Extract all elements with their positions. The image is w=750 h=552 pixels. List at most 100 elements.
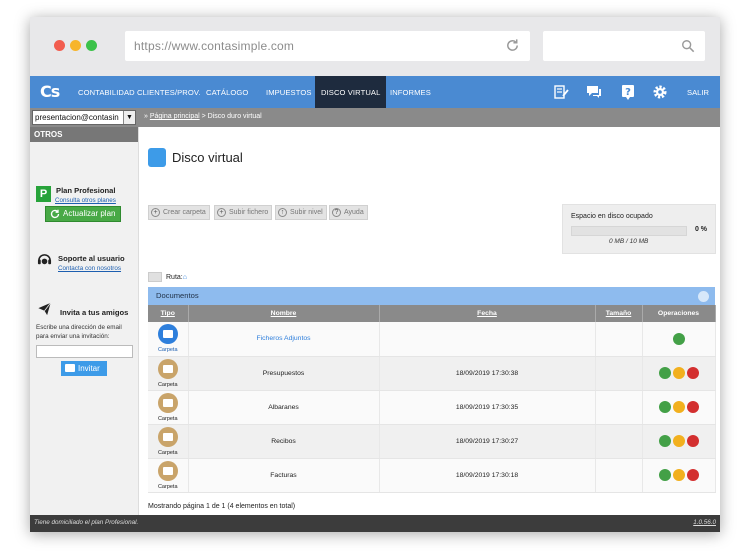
delete-trash-icon[interactable] (686, 469, 699, 481)
main-navigation: Cs CONTABILIDAD CLIENTES/PROV. CATÁLOGO … (30, 76, 720, 108)
row-name: Albaranes (188, 390, 380, 425)
maximize-window-button[interactable] (86, 40, 97, 51)
collapse-icon[interactable] (698, 291, 709, 302)
page-title: Disco virtual (172, 150, 243, 165)
delete-trash-icon[interactable] (686, 401, 699, 413)
version-link[interactable]: 1.0.56.0 (693, 519, 716, 526)
footer: Tiene domiciliado el plan Profesional. 1… (30, 515, 720, 532)
row-type-cell[interactable]: Carpeta (148, 356, 189, 391)
home-icon[interactable]: ⌂ (183, 274, 187, 281)
row-type-cell[interactable]: Carpeta (148, 424, 189, 459)
browser-search-bar[interactable] (543, 31, 705, 61)
close-window-button[interactable] (54, 40, 65, 51)
open-arrow-icon[interactable] (658, 401, 671, 413)
row-type: Carpeta (157, 347, 178, 354)
plus-icon: + (151, 208, 160, 217)
row-type: Carpeta (157, 483, 178, 490)
chat-icon[interactable] (586, 84, 602, 100)
row-size (595, 458, 643, 493)
main-content: Disco virtual + Crear carpeta + Subir fich… (140, 127, 720, 515)
browser-chrome: https://www.contasimple.com (30, 17, 720, 76)
row-operations (642, 424, 716, 459)
gear-icon[interactable] (652, 84, 668, 100)
folder-icon[interactable] (157, 392, 178, 413)
upload-file-label: Subir fichero (229, 209, 269, 216)
row-type-cell[interactable]: Carpeta (148, 322, 189, 357)
row-operations (642, 390, 716, 425)
help-button[interactable]: ? Ayuda (329, 205, 368, 220)
reload-icon[interactable] (505, 38, 520, 53)
contasimple-logo[interactable]: Cs (40, 82, 62, 103)
row-type-cell[interactable]: Carpeta (148, 390, 189, 425)
edit-pencil-icon[interactable] (672, 367, 685, 379)
row-size (595, 356, 643, 391)
folder-icon[interactable] (157, 358, 178, 379)
nav-clientes-prov[interactable]: CLIENTES/PROV. (137, 76, 201, 108)
account-value: presentacion@contasin (35, 113, 119, 122)
row-operations (642, 458, 716, 493)
nav-impuestos[interactable]: IMPUESTOS (266, 76, 312, 108)
table-row[interactable]: Carpeta Presupuestos 18/09/2019 17:30:38 (148, 356, 716, 391)
paper-plane-icon (38, 302, 51, 316)
level-up-button[interactable]: ↑ Subir nivel (275, 205, 327, 220)
nav-contabilidad[interactable]: CONTABILIDAD (78, 76, 135, 108)
upgrade-plan-button[interactable]: Actualizar plan (45, 206, 121, 222)
folder-icon[interactable] (157, 426, 178, 447)
other-plans-link[interactable]: Consulta otros planes (55, 197, 116, 204)
breadcrumb-home-link[interactable]: Página principal (150, 113, 200, 120)
table-row[interactable]: Carpeta Recibos 18/09/2019 17:30:27 (148, 424, 716, 459)
nav-disco-virtual[interactable]: DISCO VIRTUAL (315, 76, 387, 108)
open-arrow-icon[interactable] (672, 332, 685, 345)
row-type-cell[interactable]: Carpeta (148, 458, 189, 493)
footer-plan-text: Tiene domiciliado el plan Profesional. (34, 519, 139, 526)
create-folder-button[interactable]: + Crear carpeta (148, 205, 210, 220)
contact-us-link[interactable]: Contacta con nosotros (58, 265, 121, 272)
table-row[interactable]: Carpeta Ficheros Adjuntos (148, 322, 716, 357)
documents-table: Tipo Nombre Fecha Tamaño Operaciones Car… (148, 305, 716, 493)
invite-email-field[interactable] (36, 345, 133, 358)
documents-panel: Documentos Tipo Nombre Fecha Tamaño Oper… (148, 287, 716, 499)
edit-pencil-icon[interactable] (672, 401, 685, 413)
open-arrow-icon[interactable] (658, 435, 671, 447)
column-tipo[interactable]: Tipo (148, 305, 189, 322)
url-text[interactable]: https://www.contasimple.com (134, 39, 294, 53)
edit-pencil-icon[interactable] (672, 435, 685, 447)
browser-window: https://www.contasimple.com Cs CONTABILI… (30, 17, 720, 532)
nav-informes[interactable]: INFORMES (390, 76, 431, 108)
edit-pencil-icon[interactable] (672, 469, 685, 481)
row-type: Carpeta (157, 381, 178, 388)
invite-button[interactable]: Invitar (61, 361, 107, 376)
route-up-icon[interactable] (148, 272, 162, 282)
row-date: 18/09/2019 17:30:27 (379, 424, 596, 459)
open-arrow-icon[interactable] (658, 469, 671, 481)
help-icon[interactable]: ? (620, 84, 636, 100)
row-name-link[interactable]: Ficheros Adjuntos (256, 335, 310, 342)
delete-trash-icon[interactable] (686, 435, 699, 447)
arrow-up-icon: ↑ (278, 208, 287, 217)
logout-button[interactable]: SALIR (687, 76, 709, 108)
nav-catalogo[interactable]: CATÁLOGO (206, 76, 248, 108)
plus-icon: + (217, 208, 226, 217)
upload-file-button[interactable]: + Subir fichero (214, 205, 273, 220)
disk-usage-progress (571, 226, 687, 236)
column-fecha[interactable]: Fecha (379, 305, 596, 322)
account-select[interactable]: presentacion@contasin ▼ (32, 110, 136, 125)
edit-list-icon[interactable] (553, 84, 569, 100)
chevron-down-icon[interactable]: ▼ (123, 111, 135, 124)
row-size (595, 390, 643, 425)
minimize-window-button[interactable] (70, 40, 81, 51)
folder-icon[interactable] (157, 460, 178, 481)
table-row[interactable]: Carpeta Facturas 18/09/2019 17:30:18 (148, 458, 716, 493)
help-label: Ayuda (344, 209, 364, 216)
column-tamano[interactable]: Tamaño (595, 305, 643, 322)
delete-trash-icon[interactable] (686, 367, 699, 379)
column-nombre[interactable]: Nombre (188, 305, 380, 322)
row-name-cell: Ficheros Adjuntos (188, 322, 380, 357)
refresh-icon (50, 209, 60, 219)
table-row[interactable]: Carpeta Albaranes 18/09/2019 17:30:35 (148, 390, 716, 425)
support-headset-icon (37, 254, 52, 265)
folder-icon[interactable] (157, 324, 178, 345)
address-bar[interactable]: https://www.contasimple.com (125, 31, 530, 61)
open-arrow-icon[interactable] (658, 367, 671, 379)
search-icon[interactable] (681, 39, 695, 53)
